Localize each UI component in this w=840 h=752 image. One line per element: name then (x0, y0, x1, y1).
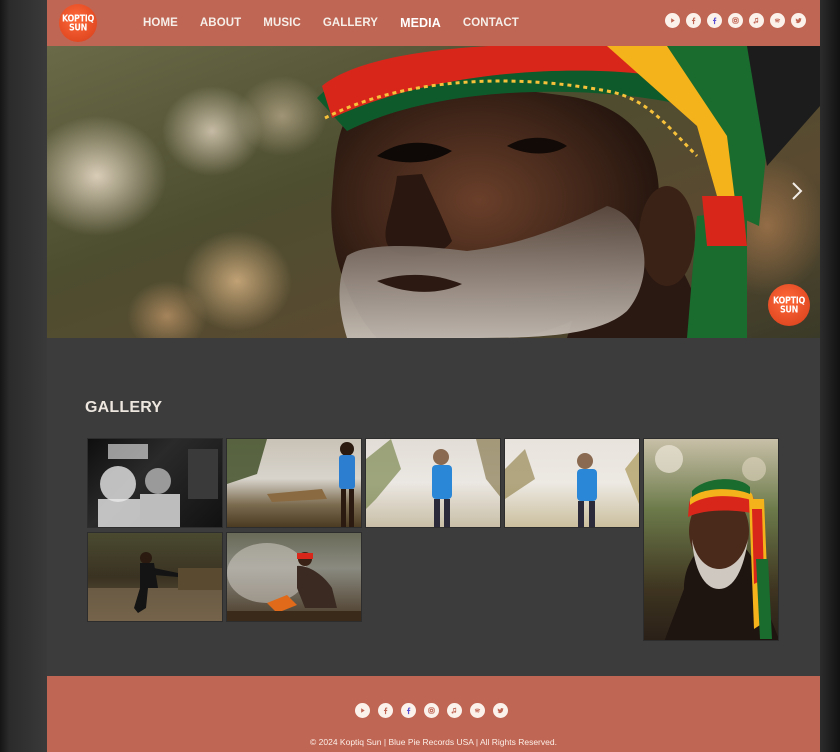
itunes-icon[interactable] (749, 13, 764, 28)
forest-walk-photo[interactable] (87, 532, 223, 622)
lake-blue-shirt-3-photo[interactable] (504, 438, 640, 528)
spotify-icon[interactable] (770, 13, 785, 28)
twitter-icon[interactable] (493, 703, 508, 718)
itunes-icon[interactable] (447, 703, 462, 718)
portrait-rasta-hat-photo[interactable] (643, 438, 779, 641)
nav-music[interactable]: MUSIC (263, 17, 301, 29)
spotify-icon[interactable] (470, 703, 485, 718)
nav-about[interactable]: ABOUT (200, 17, 241, 29)
lake-blue-shirt-2-photo[interactable] (365, 438, 501, 528)
window-frame-right (820, 0, 840, 752)
hero-logo-badge: KOPTIQ SUN (768, 284, 810, 326)
window-frame-left (0, 0, 47, 752)
lake-blue-shirt-photo[interactable] (226, 438, 362, 528)
hero-portrait-image (317, 46, 820, 338)
brand-logo[interactable]: KOPTIQ SUN (59, 4, 97, 42)
nav-home[interactable]: HOME (143, 17, 178, 29)
copyright-text: © 2024 Koptiq Sun | Blue Pie Records USA… (310, 737, 557, 747)
twitter-icon[interactable] (791, 13, 806, 28)
instagram-icon[interactable] (424, 703, 439, 718)
site-header: KOPTIQ SUN HOME ABOUT MUSIC GALLERY MEDI… (47, 0, 820, 46)
badge-text-line2: SUN (779, 303, 799, 316)
site-footer: © 2024 Koptiq Sun | Blue Pie Records USA… (47, 676, 820, 752)
header-social-links (665, 13, 806, 28)
chevron-right-icon[interactable] (790, 180, 804, 202)
facebook-alt-icon[interactable] (707, 13, 722, 28)
nav-media[interactable]: MEDIA (400, 16, 441, 30)
footer-social-links (355, 703, 508, 718)
youtube-icon[interactable] (355, 703, 370, 718)
nav-contact[interactable]: CONTACT (463, 17, 519, 29)
page: KOPTIQ SUN HOME ABOUT MUSIC GALLERY MEDI… (47, 0, 820, 752)
facebook-icon[interactable] (378, 703, 393, 718)
bw-crowd-photo[interactable] (87, 438, 223, 528)
youtube-icon[interactable] (665, 13, 680, 28)
nav-gallery[interactable]: GALLERY (323, 17, 378, 29)
facebook-icon[interactable] (686, 13, 701, 28)
main-nav: HOME ABOUT MUSIC GALLERY MEDIA CONTACT (143, 0, 541, 46)
logo-text-line2: SUN (68, 21, 88, 34)
hero-slider[interactable]: KOPTIQ SUN (47, 46, 820, 338)
instagram-icon[interactable] (728, 13, 743, 28)
facebook-alt-icon[interactable] (401, 703, 416, 718)
gallery-heading: GALLERY (85, 399, 163, 416)
fire-smoke-photo[interactable] (226, 532, 362, 622)
